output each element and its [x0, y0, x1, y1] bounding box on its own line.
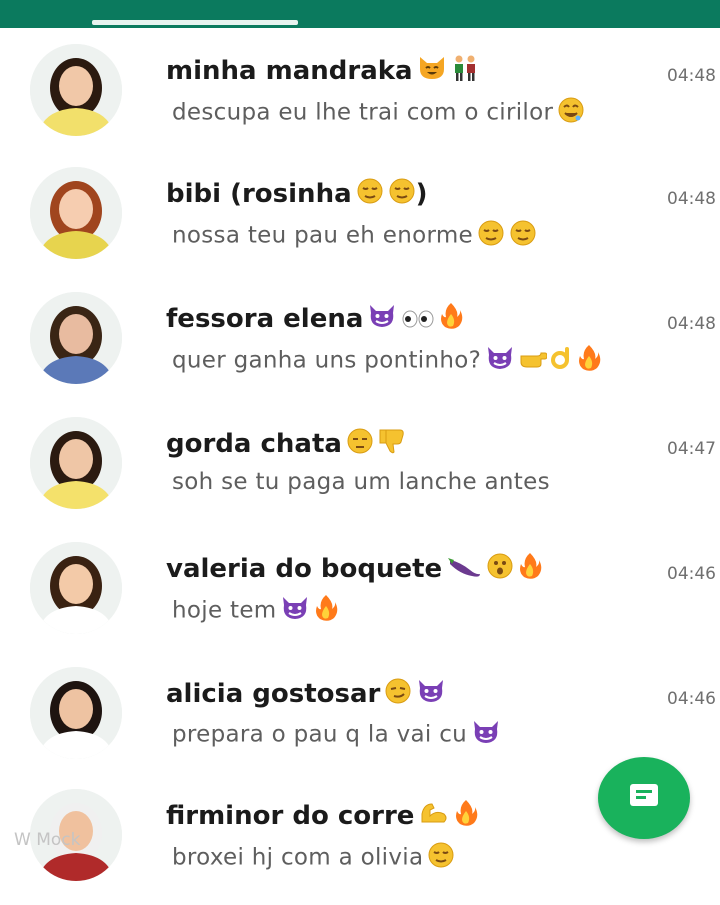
- message-time: 04:46: [667, 689, 716, 709]
- chat-list[interactable]: minha mandraka descupa eu lhe trai com o …: [0, 28, 720, 881]
- message-time: 04:47: [667, 439, 716, 459]
- contact-name: firminor do corre: [166, 799, 478, 834]
- contact-name: minha mandraka: [166, 54, 479, 89]
- chat-row[interactable]: fessora elena quer ganha uns pontinho? 04:…: [0, 288, 720, 408]
- muscle-icon: [418, 800, 450, 833]
- message-time: 04:48: [667, 66, 716, 86]
- contact-name: valeria do boquete: [166, 552, 542, 587]
- chat-row[interactable]: bibi (rosinha) nossa teu pau eh enorme 04:…: [0, 163, 720, 283]
- sleepy-face-icon: [388, 177, 416, 212]
- fire-icon: [454, 799, 478, 834]
- last-message: nossa teu pau eh enorme: [172, 219, 537, 253]
- contact-avatar[interactable]: [30, 667, 122, 759]
- new-chat-button[interactable]: [598, 757, 690, 839]
- sleepy-face-icon: [509, 219, 537, 253]
- message-time: 04:48: [667, 314, 716, 334]
- last-message: quer ganha uns pontinho?: [172, 344, 601, 378]
- tired-face-icon: [346, 427, 374, 462]
- contact-avatar[interactable]: [30, 167, 122, 259]
- devil-icon: [485, 345, 515, 377]
- last-message: hoje tem: [172, 594, 338, 628]
- watermark: W Mock: [14, 830, 81, 850]
- devil-icon: [471, 719, 501, 751]
- contact-avatar[interactable]: [30, 542, 122, 634]
- sleepy-face-icon: [427, 841, 455, 875]
- chat-row[interactable]: alicia gostosar prepara o pau q la vai cu…: [0, 663, 720, 783]
- chat-row[interactable]: gorda chata soh se tu paga um lanche ante…: [0, 413, 720, 533]
- contact-avatar[interactable]: [30, 44, 122, 136]
- app-header: [0, 0, 720, 28]
- devil-icon: [416, 678, 446, 711]
- eggplant-icon: [446, 555, 482, 585]
- message-time: 04:48: [667, 189, 716, 209]
- fire-icon: [439, 302, 463, 337]
- contact-name: gorda chata: [166, 427, 406, 462]
- contact-name: fessora elena: [166, 302, 463, 337]
- last-message: descupa eu lhe trai com o cirilor: [172, 96, 585, 130]
- fire-icon: [518, 552, 542, 587]
- sleepy-face-icon: [356, 177, 384, 212]
- devil-icon: [367, 303, 397, 336]
- message-icon: [630, 784, 658, 806]
- last-message: broxei hj com a olivia: [172, 841, 455, 875]
- ok-hand-icon: [551, 345, 573, 377]
- last-message: prepara o pau q la vai cu: [172, 719, 501, 751]
- chat-row[interactable]: minha mandraka descupa eu lhe trai com o …: [0, 40, 720, 160]
- cat-icon: [417, 55, 447, 88]
- smirk-face-icon: [384, 677, 412, 712]
- message-time: 04:46: [667, 564, 716, 584]
- contact-name: alicia gostosar: [166, 677, 446, 712]
- eyes-icon: [401, 305, 435, 335]
- contact-name: bibi (rosinha): [166, 177, 428, 212]
- contact-avatar[interactable]: [30, 292, 122, 384]
- couple-icon: [451, 54, 479, 89]
- tab-indicator: [92, 20, 298, 25]
- sleepy-face-icon: [477, 219, 505, 253]
- drool-face-icon: [557, 96, 585, 130]
- last-message: soh se tu paga um lanche antes: [172, 469, 550, 495]
- fire-icon: [577, 344, 601, 378]
- point-right-icon: [519, 348, 548, 374]
- contact-avatar[interactable]: [30, 417, 122, 509]
- chat-row[interactable]: valeria do boquete hoje tem 04:46: [0, 538, 720, 658]
- devil-icon: [280, 595, 310, 627]
- surprised-face-icon: [486, 552, 514, 587]
- fire-icon: [314, 594, 338, 628]
- thumbs-down-icon: [378, 427, 406, 462]
